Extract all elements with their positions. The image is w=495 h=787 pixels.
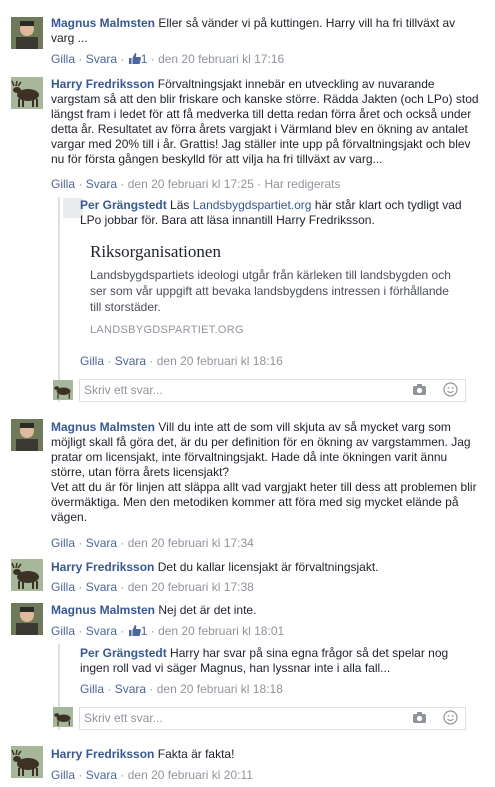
reply-input-box[interactable]	[79, 707, 466, 730]
reply-actions: Gilla · Svara · den 20 februari kl 18:16	[80, 354, 283, 368]
link-preview-domain: LANDSBYGDSPARTIET.ORG	[90, 324, 244, 336]
comment-text: Det du kallar licensjakt är förvaltnings…	[157, 560, 379, 574]
reply-input[interactable]	[80, 380, 384, 399]
reply-body: Per Grängstedt Läs Landsbygdspartiet.org…	[80, 198, 465, 228]
comment-text: Vill du inte att de som vill skjuta av s…	[51, 420, 477, 524]
like-link[interactable]: Gilla	[51, 536, 75, 550]
comment-body: Harry Fredriksson Det du kallar licensja…	[51, 560, 479, 575]
avatar[interactable]	[11, 746, 43, 778]
reply-link[interactable]: Svara	[86, 624, 117, 638]
reply-link-url[interactable]: Landsbygdspartiet.org	[193, 198, 312, 212]
avatar	[53, 707, 73, 727]
comment-text: Nej det är det inte.	[158, 603, 257, 617]
comment-timestamp[interactable]: den 20 februari kl 20:11	[128, 768, 253, 782]
reply-timestamp[interactable]: den 20 februari kl 18:18	[157, 682, 283, 696]
avatar[interactable]	[11, 603, 43, 635]
reply-link[interactable]: Svara	[86, 768, 117, 782]
reply-link[interactable]: Svara	[115, 682, 146, 696]
like-link[interactable]: Gilla	[80, 354, 104, 368]
avatar[interactable]	[11, 77, 43, 109]
emoji-icon[interactable]	[443, 382, 458, 400]
like-count[interactable]: 1	[128, 52, 147, 69]
like-count[interactable]: 1	[128, 624, 147, 641]
camera-icon[interactable]	[412, 711, 427, 727]
like-link[interactable]: Gilla	[51, 580, 75, 594]
link-preview-title[interactable]: Riksorganisationen	[90, 242, 460, 262]
reply-link[interactable]: Svara	[86, 52, 117, 66]
comment-author[interactable]: Magnus Malmsten	[51, 16, 155, 30]
reply-author[interactable]: Per Grängstedt	[80, 198, 167, 212]
comment-thread: Magnus Malmsten Eller så vänder vi på ku…	[0, 0, 495, 787]
comment-actions: Gilla · Svara · den 20 februari kl 17:25…	[51, 177, 341, 191]
comment-author[interactable]: Magnus Malmsten	[51, 603, 155, 617]
reply-author[interactable]: Per Grängstedt	[80, 646, 167, 660]
reply-text: Läs	[170, 198, 193, 212]
link-preview-description: Landsbygdspartiets ideologi utgår från k…	[90, 268, 451, 314]
comment-text: Fakta är fakta!	[157, 747, 235, 761]
reply-timestamp[interactable]: den 20 februari kl 18:16	[157, 354, 283, 368]
emoji-icon[interactable]	[443, 710, 458, 728]
avatar[interactable]	[11, 17, 43, 49]
comment-timestamp[interactable]: den 20 februari kl 17:25	[128, 177, 254, 191]
like-link[interactable]: Gilla	[51, 52, 75, 66]
link-preview[interactable]: Riksorganisationen Landsbygdspartiets id…	[90, 242, 460, 336]
like-link[interactable]: Gilla	[51, 768, 75, 782]
comment-body: Harry Fredriksson Fakta är fakta!	[51, 747, 479, 762]
thumbs-up-icon	[128, 52, 141, 69]
reply-link[interactable]: Svara	[86, 177, 117, 191]
reply-link[interactable]: Svara	[115, 354, 146, 368]
comment-timestamp[interactable]: den 20 februari kl 18:01	[158, 624, 284, 638]
comment-body: Magnus Malmsten Vill du inte att de som …	[51, 420, 479, 525]
comment-body: Magnus Malmsten Eller så vänder vi på ku…	[51, 16, 471, 46]
edited-label[interactable]: Har redigerats	[264, 177, 340, 191]
comment-timestamp[interactable]: den 20 februari kl 17:34	[128, 536, 254, 550]
like-link[interactable]: Gilla	[80, 682, 104, 696]
comment-author[interactable]: Harry Fredriksson	[51, 747, 154, 761]
comment-actions: Gilla · Svara · den 20 februari kl 20:11	[51, 768, 253, 782]
comment-body: Magnus Malmsten Nej det är det inte.	[51, 603, 479, 618]
camera-icon[interactable]	[412, 383, 427, 399]
avatar[interactable]	[11, 559, 43, 591]
reply-actions: Gilla · Svara · den 20 februari kl 18:18	[80, 682, 283, 696]
avatar	[53, 380, 73, 400]
comment-author[interactable]: Magnus Malmsten	[51, 420, 155, 434]
reply-body: Per Grängstedt Harry har svar på sina eg…	[80, 646, 460, 676]
comment-timestamp[interactable]: den 20 februari kl 17:16	[158, 52, 284, 66]
reply-thread-line	[58, 197, 60, 402]
avatar[interactable]	[11, 419, 43, 451]
comment-timestamp[interactable]: den 20 februari kl 17:38	[128, 580, 254, 594]
like-link[interactable]: Gilla	[51, 177, 75, 191]
comment-actions: Gilla · Svara · 1 · den 20 februari kl 1…	[51, 624, 284, 641]
reply-link[interactable]: Svara	[86, 536, 117, 550]
reply-link[interactable]: Svara	[86, 580, 117, 594]
reply-input-box[interactable]	[79, 379, 466, 402]
comment-actions: Gilla · Svara · den 20 februari kl 17:34	[51, 536, 254, 550]
comment-actions: Gilla · Svara · den 20 februari kl 17:38	[51, 580, 254, 594]
thumbs-up-icon	[128, 624, 141, 641]
comment-author[interactable]: Harry Fredriksson	[51, 77, 154, 91]
reply-input[interactable]	[80, 708, 384, 727]
comment-body: Harry Fredriksson Förvaltningsjakt inneb…	[51, 77, 479, 167]
comment-actions: Gilla · Svara · 1 · den 20 februari kl 1…	[51, 52, 284, 69]
like-link[interactable]: Gilla	[51, 624, 75, 638]
comment-author[interactable]: Harry Fredriksson	[51, 560, 154, 574]
